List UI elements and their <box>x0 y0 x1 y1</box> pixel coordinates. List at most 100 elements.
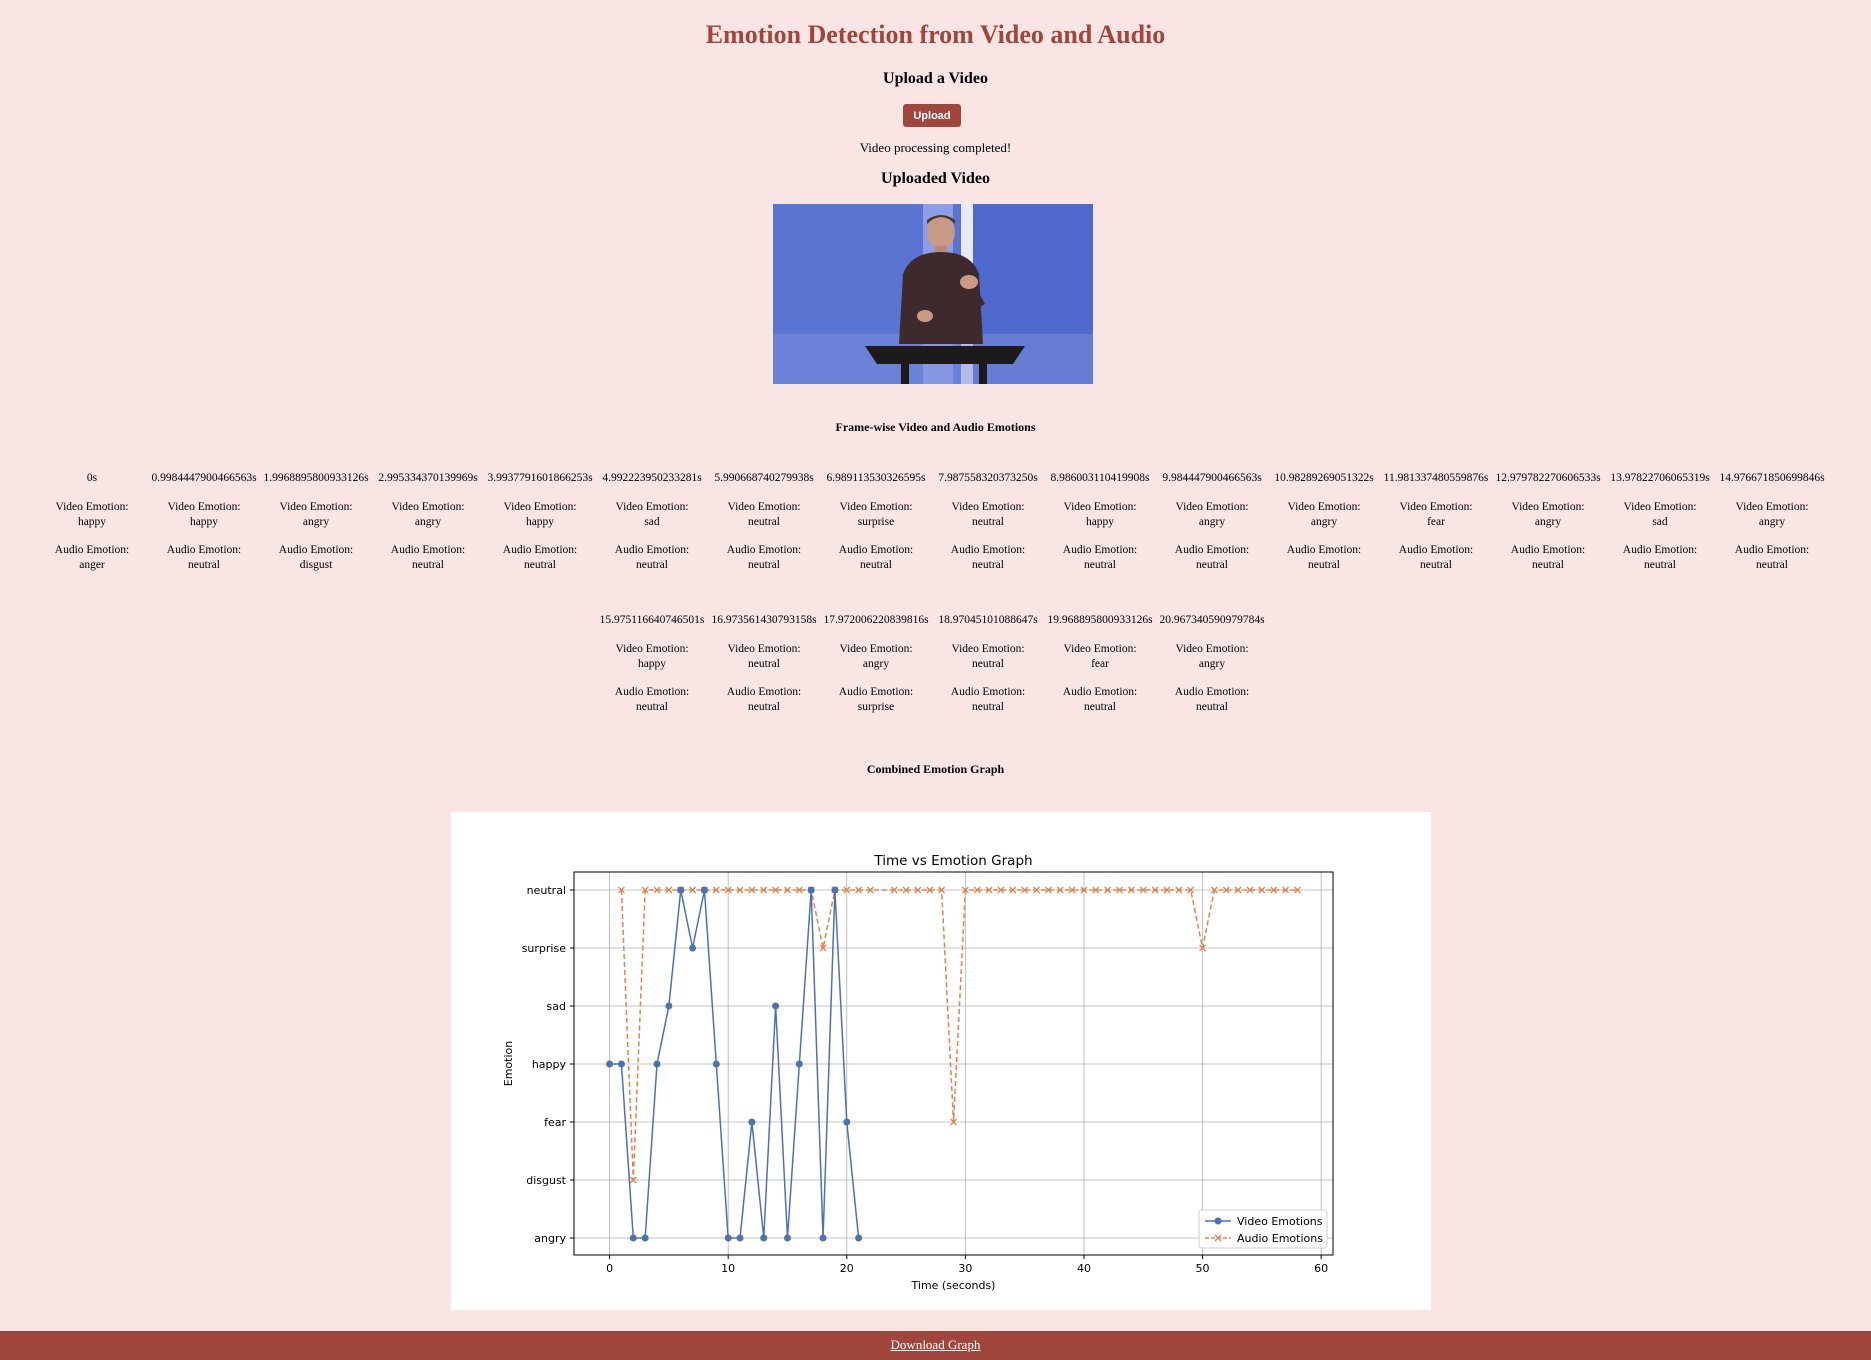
upload-button[interactable]: Upload <box>903 104 961 127</box>
audio-emotion-value: neutral <box>972 559 1004 571</box>
legend-audio-label: Audio Emotions <box>1237 1232 1323 1245</box>
y-tick-label: disgust <box>526 1174 566 1187</box>
frame-audio-emotion: Audio Emotion: neutral <box>148 543 260 573</box>
frame-audio-emotion: Audio Emotion: neutral <box>708 685 820 715</box>
plot-frame <box>573 871 1334 1256</box>
video-emotion-value: angry <box>414 516 442 528</box>
x-tick-label: 60 <box>1314 1262 1328 1275</box>
audio-series-line <box>620 889 1298 1181</box>
audio-emotion-value: neutral <box>524 559 556 571</box>
video-emotion-prefix: Video Emotion: <box>839 501 913 513</box>
audio-emotion-prefix: Audio Emotion: <box>166 544 242 556</box>
video-emotion-value: sad <box>1652 516 1668 528</box>
video-point <box>736 1234 744 1242</box>
y-axis-label: Emotion <box>502 1041 515 1086</box>
audio-emotion-value: neutral <box>636 559 668 571</box>
frame-audio-emotion: Audio Emotion: neutral <box>1156 543 1268 573</box>
frames-heading: Frame-wise Video and Audio Emotions <box>835 420 1036 434</box>
video-point <box>843 1118 851 1126</box>
video-emotion-value: surprise <box>857 516 895 528</box>
video-emotion-prefix: Video Emotion: <box>167 501 241 513</box>
page-title: Emotion Detection from Video and Audio <box>705 20 1166 49</box>
audio-emotion-prefix: Audio Emotion: <box>1734 544 1810 556</box>
video-emotion-prefix: Video Emotion: <box>615 643 689 655</box>
frame-audio-emotion: Audio Emotion: neutral <box>1716 543 1828 573</box>
frame-video-emotion: Video Emotion: angry <box>1268 500 1380 530</box>
video-point <box>772 1002 780 1010</box>
audio-emotion-prefix: Audio Emotion: <box>1398 544 1474 556</box>
frame-video-emotion: Video Emotion: neutral <box>932 500 1044 530</box>
video-emotion-value: fear <box>1427 516 1445 528</box>
frame-video-emotion: Video Emotion: angry <box>372 500 484 530</box>
frame-audio-emotion: Audio Emotion: neutral <box>596 543 708 573</box>
frame-video-emotion: Video Emotion: angry <box>1156 500 1268 530</box>
frame-audio-emotion: Audio Emotion: surprise <box>820 685 932 715</box>
audio-emotion-prefix: Audio Emotion: <box>838 544 914 556</box>
download-graph-link[interactable]: Download Graph <box>891 1337 981 1352</box>
upload-heading: Upload a Video <box>883 70 988 87</box>
video-emotion-value: angry <box>1534 516 1562 528</box>
frame-video-emotion: Video Emotion: sad <box>596 500 708 530</box>
audio-emotion-value: neutral <box>748 559 780 571</box>
video-point <box>748 1118 756 1126</box>
frame-audio-emotion: Audio Emotion: neutral <box>372 543 484 573</box>
frame-audio-emotion: Audio Emotion: neutral <box>1492 543 1604 573</box>
audio-emotion-prefix: Audio Emotion: <box>726 686 802 698</box>
video-point <box>677 886 685 894</box>
audio-emotion-prefix: Audio Emotion: <box>1062 544 1138 556</box>
video-emotion-prefix: Video Emotion: <box>1399 501 1473 513</box>
video-emotion-prefix: Video Emotion: <box>951 643 1025 655</box>
video-point <box>641 1234 649 1242</box>
y-tick-label: happy <box>532 1058 567 1071</box>
audio-emotion-prefix: Audio Emotion: <box>614 544 690 556</box>
video-point <box>795 1060 803 1068</box>
legend-video-label: Video Emotions <box>1237 1215 1323 1228</box>
x-tick-label: 50 <box>1196 1262 1210 1275</box>
audio-emotion-prefix: Audio Emotion: <box>1622 544 1698 556</box>
y-tick-label: neutral <box>527 884 566 897</box>
video-emotion-prefix: Video Emotion: <box>503 501 577 513</box>
audio-emotion-prefix: Audio Emotion: <box>1062 686 1138 698</box>
audio-emotion-value: neutral <box>1196 559 1228 571</box>
frame-audio-emotion: Audio Emotion: neutral <box>596 685 708 715</box>
uploaded-video-player[interactable] <box>773 204 1093 384</box>
frame-video-emotion: Video Emotion: angry <box>1156 642 1268 672</box>
frame-audio-emotion: Audio Emotion: neutral <box>932 543 1044 573</box>
video-point <box>653 1060 661 1068</box>
frame-video-emotion: Video Emotion: sad <box>1604 500 1716 530</box>
audio-emotion-value: neutral <box>860 559 892 571</box>
video-emotion-prefix: Video Emotion: <box>1175 643 1249 655</box>
emotion-graph: 0 10 20 30 40 50 60 angry disgust fear happy sad sur… <box>451 812 1431 1310</box>
frame-audio-emotion: Audio Emotion: neutral <box>1604 543 1716 573</box>
frame-audio-emotion: Audio Emotion: disgust <box>260 543 372 573</box>
video-emotion-prefix: Video Emotion: <box>391 501 465 513</box>
frame-video-emotion: Video Emotion: angry <box>1716 500 1828 530</box>
frame-audio-emotion: Audio Emotion: neutral <box>1044 543 1156 573</box>
video-emotion-value: angry <box>1198 516 1226 528</box>
video-emotion-value: angry <box>1758 516 1786 528</box>
audio-emotion-value: neutral <box>1084 701 1116 713</box>
video-emotion-value: happy <box>525 516 555 528</box>
y-tick-label: sad <box>547 1000 566 1013</box>
video-point <box>700 886 708 894</box>
video-emotion-value: happy <box>637 658 667 670</box>
x-tick-label: 20 <box>840 1262 854 1275</box>
video-emotion-prefix: Video Emotion: <box>1735 501 1809 513</box>
audio-emotion-value: neutral <box>1084 559 1116 571</box>
frame-video-emotion: Video Emotion: angry <box>260 500 372 530</box>
legend-video-marker <box>1214 1217 1222 1225</box>
frame-video-emotion: Video Emotion: neutral <box>932 642 1044 672</box>
frame-video-emotion: Video Emotion: happy <box>596 642 708 672</box>
processing-status: Video processing completed! <box>859 140 1012 155</box>
video-emotion-value: angry <box>1198 658 1226 670</box>
video-emotion-value: sad <box>644 516 660 528</box>
audio-emotion-prefix: Audio Emotion: <box>950 686 1026 698</box>
video-emotion-prefix: Video Emotion: <box>1175 501 1249 513</box>
audio-emotion-value: neutral <box>636 701 668 713</box>
audio-emotion-value: neutral <box>1644 559 1676 571</box>
y-tick-label: surprise <box>522 942 567 955</box>
video-emotion-value: neutral <box>748 516 780 528</box>
audio-emotion-value: anger <box>79 559 105 571</box>
audio-emotion-value: neutral <box>1308 559 1340 571</box>
x-tick-label: 40 <box>1077 1262 1091 1275</box>
